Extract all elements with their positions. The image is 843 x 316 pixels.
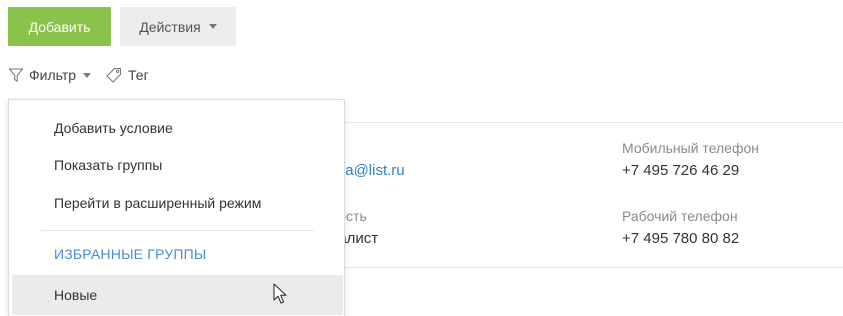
actions-button[interactable]: Действия (120, 7, 236, 46)
page: Добавить Действия Фильтр Тег orov.a@list… (0, 0, 843, 316)
mobile-phone-label: Мобильный телефон (622, 140, 759, 156)
work-phone-field: Рабочий телефон +7 495 780 80 82 (622, 207, 739, 249)
filter-bar: Фильтр Тег (8, 64, 149, 86)
menu-item-label: Показать группы (54, 157, 163, 173)
add-button-label: Добавить (28, 18, 91, 35)
caret-down-icon (208, 24, 217, 29)
menu-item-favorite-new[interactable]: Новые (12, 275, 343, 315)
filter-dropdown-menu: Добавить условие Показать группы Перейти… (8, 99, 345, 316)
work-phone-value: +7 495 780 80 82 (622, 230, 740, 247)
menu-item-add-condition[interactable]: Добавить условие (9, 110, 344, 146)
favorite-groups-heading: ИЗБРАННЫЕ ГРУППЫ (54, 246, 207, 262)
menu-item-label: Перейти в расширенный режим (54, 195, 262, 211)
menu-item-label: Добавить условие (54, 120, 173, 136)
menu-divider (41, 230, 314, 231)
menu-item-advanced-mode[interactable]: Перейти в расширенный режим (9, 185, 344, 221)
actions-button-label: Действия (139, 18, 201, 35)
funnel-icon (8, 67, 24, 83)
caret-down-icon (83, 72, 92, 78)
menu-item-show-groups[interactable]: Показать группы (9, 147, 344, 183)
tag-label: Тег (128, 67, 149, 83)
mouse-pointer-icon (273, 283, 289, 310)
filter-button[interactable]: Фильтр (8, 67, 92, 83)
mobile-phone-field: Мобильный телефон +7 495 726 46 29 (622, 139, 759, 181)
tag-button[interactable]: Тег (105, 66, 149, 84)
work-phone-label: Рабочий телефон (622, 208, 738, 224)
mobile-phone-value: +7 495 726 46 29 (622, 162, 740, 179)
menu-item-label: Новые (54, 287, 98, 303)
add-button[interactable]: Добавить (8, 7, 111, 46)
tag-icon (105, 66, 123, 84)
filter-label: Фильтр (29, 67, 77, 83)
